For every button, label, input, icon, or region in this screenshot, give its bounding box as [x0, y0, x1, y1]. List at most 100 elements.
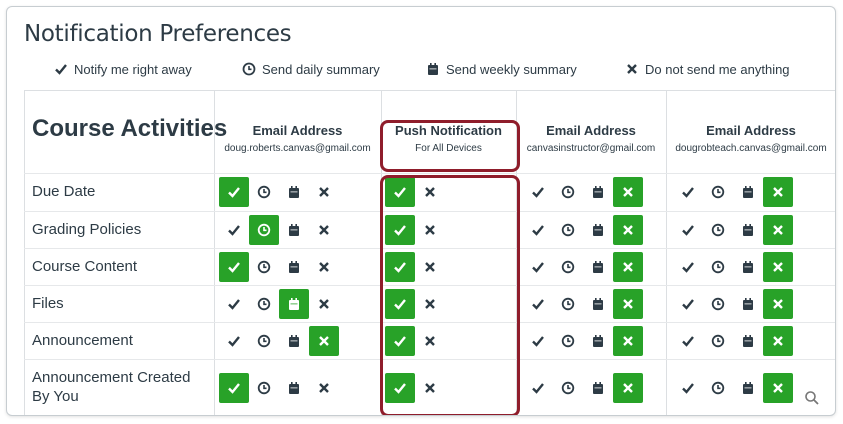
option-now-button[interactable] — [219, 289, 249, 319]
clock-icon — [241, 61, 257, 77]
option-now-button[interactable] — [219, 373, 249, 403]
option-daily-button[interactable] — [249, 326, 279, 356]
option-daily-button[interactable] — [249, 214, 279, 245]
option-never-button[interactable] — [309, 373, 339, 403]
x-icon — [771, 185, 785, 199]
option-daily-button[interactable] — [703, 326, 733, 356]
option-weekly-button[interactable] — [279, 177, 309, 207]
calendar-icon — [425, 61, 441, 77]
option-daily-button[interactable] — [703, 373, 733, 403]
option-never-button[interactable] — [613, 325, 643, 356]
option-now-button[interactable] — [523, 289, 553, 319]
option-never-button[interactable] — [613, 251, 643, 282]
option-daily-button[interactable] — [249, 373, 279, 403]
legend-item-weekly: Send weekly summary — [425, 61, 577, 77]
option-daily-button[interactable] — [553, 373, 583, 403]
option-daily-button[interactable] — [553, 252, 583, 282]
option-weekly-button[interactable] — [583, 289, 613, 319]
option-now-button[interactable] — [523, 326, 553, 356]
legend-item-never: Do not send me anything — [624, 61, 790, 77]
option-never-button[interactable] — [763, 251, 793, 282]
option-never-button[interactable] — [763, 177, 793, 207]
zoom-icon[interactable] — [801, 387, 823, 409]
option-daily-button[interactable] — [553, 289, 583, 319]
option-weekly-button[interactable] — [733, 215, 763, 245]
option-weekly-button[interactable] — [733, 252, 763, 282]
option-daily-button[interactable] — [553, 177, 583, 207]
option-never-button[interactable] — [309, 252, 339, 282]
check-icon — [53, 61, 69, 77]
option-now-button[interactable] — [673, 326, 703, 356]
option-weekly-button[interactable] — [279, 373, 309, 403]
row-divider — [24, 173, 835, 174]
column-header-title: Email Address — [252, 122, 343, 138]
option-daily-button[interactable] — [553, 326, 583, 356]
option-now-button[interactable] — [673, 252, 703, 282]
option-never-button[interactable] — [613, 373, 643, 403]
option-weekly-button[interactable] — [279, 252, 309, 282]
option-now-button[interactable] — [673, 215, 703, 245]
option-now-button[interactable] — [523, 177, 553, 207]
option-never-button[interactable] — [763, 373, 793, 403]
option-never-button[interactable] — [309, 177, 339, 207]
option-weekly-button[interactable] — [279, 326, 309, 356]
option-now-button[interactable] — [219, 251, 249, 282]
x-icon — [317, 381, 331, 395]
email-column-header: Email Address canvasinstructor@gmail.com — [516, 91, 666, 173]
option-daily-button[interactable] — [703, 177, 733, 207]
option-never-button[interactable] — [613, 177, 643, 207]
option-now-button[interactable] — [219, 177, 249, 207]
calendar-icon — [591, 381, 605, 395]
option-weekly-button[interactable] — [733, 373, 763, 403]
option-weekly-button[interactable] — [583, 373, 613, 403]
x-icon — [621, 334, 635, 348]
option-now-button[interactable] — [523, 373, 553, 403]
legend-item-daily: Send daily summary — [241, 61, 380, 77]
option-daily-button[interactable] — [703, 289, 733, 319]
option-weekly-button[interactable] — [583, 326, 613, 356]
option-never-button[interactable] — [763, 214, 793, 245]
option-never-button[interactable] — [309, 325, 339, 356]
option-never-button[interactable] — [309, 289, 339, 319]
option-now-button[interactable] — [523, 252, 553, 282]
option-daily-button[interactable] — [703, 215, 733, 245]
check-icon — [531, 381, 545, 395]
option-never-button[interactable] — [763, 325, 793, 356]
option-daily-button[interactable] — [249, 252, 279, 282]
x-icon — [317, 297, 331, 311]
option-now-button[interactable] — [523, 215, 553, 245]
clock-icon — [561, 334, 575, 348]
option-daily-button[interactable] — [703, 252, 733, 282]
calendar-icon — [287, 223, 301, 237]
option-weekly-button[interactable] — [279, 288, 309, 319]
clock-icon — [561, 297, 575, 311]
clock-icon — [711, 223, 725, 237]
option-never-button[interactable] — [309, 215, 339, 245]
option-weekly-button[interactable] — [733, 177, 763, 207]
calendar-icon — [591, 185, 605, 199]
option-daily-button[interactable] — [249, 289, 279, 319]
option-never-button[interactable] — [763, 288, 793, 319]
legend: Notify me right away Send daily summary … — [7, 61, 835, 81]
option-now-button[interactable] — [673, 289, 703, 319]
push-header-highlight — [380, 120, 520, 172]
option-weekly-button[interactable] — [733, 326, 763, 356]
option-weekly-button[interactable] — [583, 177, 613, 207]
option-weekly-button[interactable] — [583, 252, 613, 282]
x-icon — [621, 297, 635, 311]
x-icon — [621, 185, 635, 199]
option-now-button[interactable] — [673, 373, 703, 403]
option-never-button[interactable] — [613, 214, 643, 245]
x-icon — [621, 260, 635, 274]
option-daily-button[interactable] — [553, 215, 583, 245]
clock-icon — [711, 334, 725, 348]
option-weekly-button[interactable] — [733, 289, 763, 319]
option-weekly-button[interactable] — [279, 215, 309, 245]
option-now-button[interactable] — [219, 215, 249, 245]
option-now-button[interactable] — [219, 326, 249, 356]
option-now-button[interactable] — [673, 177, 703, 207]
option-daily-button[interactable] — [249, 177, 279, 207]
option-never-button[interactable] — [613, 288, 643, 319]
option-weekly-button[interactable] — [583, 215, 613, 245]
x-icon — [624, 61, 640, 77]
